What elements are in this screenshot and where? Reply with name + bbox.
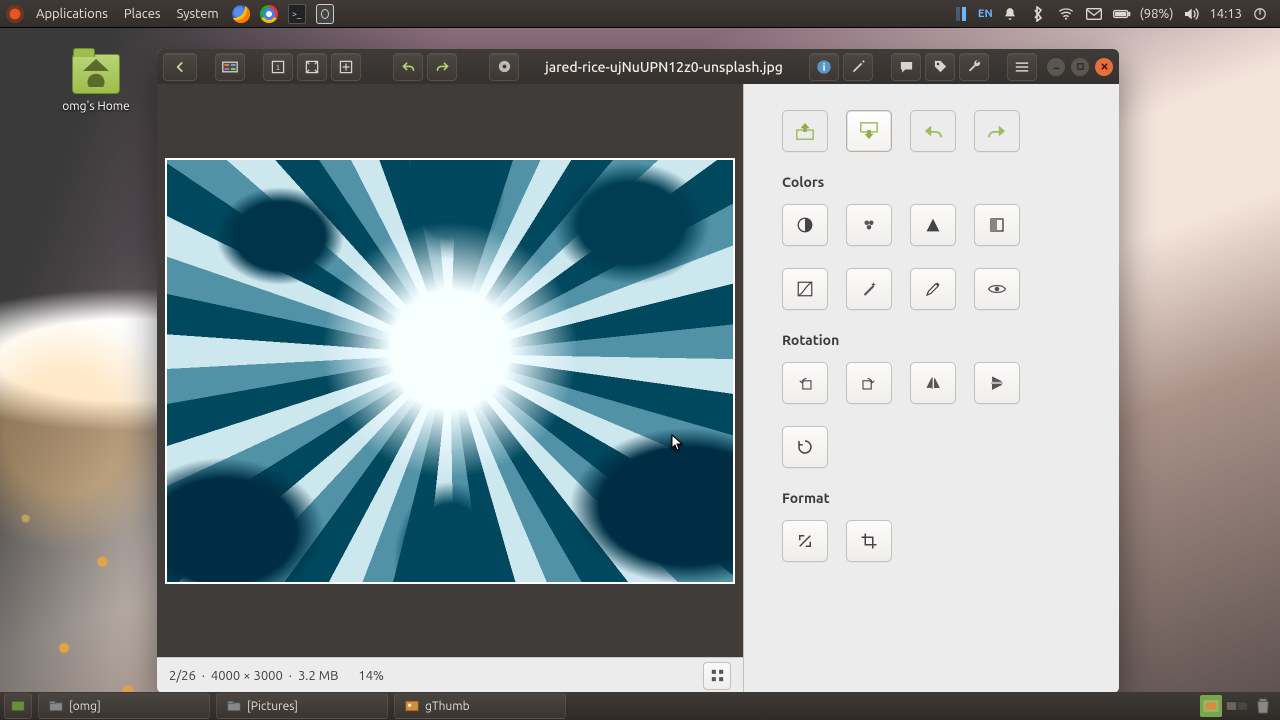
os-logo-icon[interactable] — [6, 5, 24, 23]
fit-window-button[interactable] — [297, 53, 327, 81]
volume-icon[interactable] — [1182, 5, 1200, 23]
firefox-icon[interactable] — [232, 5, 250, 23]
keyboard-indicator-icon[interactable] — [952, 5, 970, 23]
show-desktop-icon — [11, 699, 25, 713]
image-viewer-pane: 2/26 · 4000 × 3000 · 3.2 MB 14% — [157, 84, 743, 693]
power-icon[interactable] — [1251, 5, 1269, 23]
svg-text:i: i — [823, 62, 826, 73]
tool-save-button[interactable] — [782, 110, 828, 152]
redo-button[interactable] — [427, 53, 457, 81]
svg-text:1: 1 — [276, 64, 280, 71]
tool-flip-horizontal-button[interactable] — [910, 362, 956, 404]
comment-button[interactable] — [891, 53, 921, 81]
hamburger-menu-button[interactable] — [1007, 53, 1037, 81]
displayed-image — [165, 158, 735, 584]
language-indicator[interactable]: EN — [975, 7, 996, 21]
status-bar: 2/26 · 4000 × 3000 · 3.2 MB 14% — [157, 657, 743, 693]
desktop-home-folder[interactable]: omg's Home — [56, 54, 136, 113]
terminal-icon[interactable]: >_ — [288, 5, 306, 23]
browser-view-button[interactable] — [215, 53, 245, 81]
menu-places[interactable]: Places — [116, 0, 169, 27]
gthumb-icon — [405, 699, 419, 713]
taskbar-item-label: gThumb — [425, 700, 470, 713]
tool-enhance-button[interactable] — [846, 268, 892, 310]
tool-equalize-button[interactable] — [910, 204, 956, 246]
top-panel: Applications Places System >_ EN (98%) 1… — [0, 0, 1280, 27]
battery-icon[interactable] — [1113, 5, 1131, 23]
tools-button[interactable] — [959, 53, 989, 81]
gthumb-window: 1 jared-rice-ujNuUPN12z0-unsplash.jpg i — [157, 49, 1119, 693]
workspace-switcher[interactable] — [1226, 695, 1248, 717]
tool-adjust-colors-button[interactable] — [846, 204, 892, 246]
bottom-panel: [omg] [Pictures] gThumb — [0, 692, 1280, 720]
tool-curves-button[interactable] — [782, 268, 828, 310]
notifications-icon[interactable] — [1001, 5, 1019, 23]
save-button[interactable] — [489, 53, 519, 81]
tool-red-eye-button[interactable] — [974, 268, 1020, 310]
tool-free-rotate-button[interactable] — [782, 426, 828, 468]
window-minimize-button[interactable] — [1047, 58, 1065, 76]
edit-side-panel: Colors — [743, 84, 1119, 693]
taskbar-item-label: [Pictures] — [247, 700, 298, 713]
fit-actual-button[interactable]: 1 — [263, 53, 293, 81]
tool-adjust-contrast-button[interactable] — [782, 204, 828, 246]
folder-home-icon — [72, 54, 120, 94]
bluetooth-icon[interactable] — [1029, 5, 1047, 23]
info-button[interactable]: i — [809, 53, 839, 81]
tool-save-as-button[interactable] — [846, 110, 892, 152]
tool-grayscale-button[interactable] — [974, 204, 1020, 246]
wifi-icon[interactable] — [1057, 5, 1075, 23]
back-button[interactable] — [163, 53, 197, 81]
menu-system[interactable]: System — [169, 0, 227, 27]
clock[interactable]: 14:13 — [1209, 7, 1242, 21]
window-close-button[interactable] — [1095, 58, 1113, 76]
tool-rotate-right-button[interactable] — [846, 362, 892, 404]
window-title: jared-rice-ujNuUPN12z0-unsplash.jpg — [523, 59, 805, 75]
taskbar-item-gthumb[interactable]: gThumb — [394, 693, 566, 719]
status-zoom: 14% — [358, 669, 384, 683]
desktop-home-label: omg's Home — [62, 100, 130, 113]
mail-icon[interactable] — [1085, 5, 1103, 23]
tags-button[interactable] — [925, 53, 955, 81]
fit-width-button[interactable] — [331, 53, 361, 81]
files-icon — [227, 699, 241, 713]
image-canvas[interactable] — [157, 84, 743, 657]
window-maximize-button[interactable] — [1071, 58, 1089, 76]
section-colors-title: Colors — [782, 174, 1089, 190]
tool-rotate-left-button[interactable] — [782, 362, 828, 404]
titlebar: 1 jared-rice-ujNuUPN12z0-unsplash.jpg i — [157, 49, 1119, 84]
mouse-cursor-icon — [671, 434, 683, 452]
tool-undo-button[interactable] — [910, 110, 956, 152]
battery-percent: (98%) — [1140, 7, 1174, 21]
taskbar-item-label: [omg] — [69, 700, 101, 713]
chrome-icon[interactable] — [260, 5, 278, 23]
undo-button[interactable] — [393, 53, 423, 81]
files-icon — [49, 699, 63, 713]
edit-button[interactable] — [843, 53, 873, 81]
tool-flip-vertical-button[interactable] — [974, 362, 1020, 404]
screenshot-icon[interactable] — [316, 5, 334, 23]
show-desktop-button[interactable] — [4, 693, 32, 719]
section-format-title: Format — [782, 490, 1089, 506]
thumbnail-grid-button[interactable] — [703, 662, 731, 690]
trash-icon[interactable] — [1252, 695, 1274, 717]
taskbar-item-filemanager[interactable]: [omg] — [38, 693, 210, 719]
tool-color-picker-button[interactable] — [910, 268, 956, 310]
tray-gthumb-icon[interactable] — [1200, 695, 1222, 717]
taskbar-item-pictures[interactable]: [Pictures] — [216, 693, 388, 719]
tool-crop-button[interactable] — [846, 520, 892, 562]
tool-resize-button[interactable] — [782, 520, 828, 562]
status-file-info: 2/26 · 4000 × 3000 · 3.2 MB — [169, 669, 338, 683]
tool-redo-button[interactable] — [974, 110, 1020, 152]
menu-applications[interactable]: Applications — [28, 0, 116, 27]
section-rotation-title: Rotation — [782, 332, 1089, 348]
